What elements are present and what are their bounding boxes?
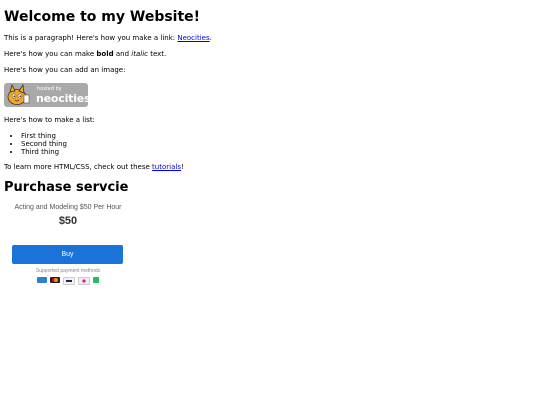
neocities-link[interactable]: Neocities — [177, 34, 209, 42]
image-intro: Here's how you can add an image: — [4, 66, 126, 74]
format-between-text: and — [113, 50, 132, 58]
intro-text: This is a paragraph! Here's how you make… — [4, 34, 178, 42]
page-title: Welcome to my Website! — [4, 9, 201, 25]
italic-text: italic — [131, 50, 148, 58]
product-name: Acting and Modeling $50 Per Hour — [14, 204, 122, 211]
visa-icon — [63, 277, 75, 285]
list-item: First thing — [21, 132, 536, 140]
buy-button[interactable]: Buy — [12, 245, 123, 264]
learn-paragraph: To learn more HTML/CSS, check out these … — [4, 163, 536, 172]
format-paragraph: Here's how you can make bold and italic … — [4, 50, 536, 59]
learn-text: To learn more HTML/CSS, check out these — [4, 163, 153, 171]
hosted-by-neocities-badge[interactable]: hosted by neocities — [4, 83, 91, 107]
unionpay-icon — [78, 277, 90, 285]
learn-exclamation: ! — [180, 163, 184, 171]
intro-period: . — [209, 34, 212, 42]
neocities-cat-icon — [7, 84, 30, 105]
tutorials-link[interactable]: tutorials — [152, 163, 181, 171]
product-price: $50 — [58, 215, 78, 227]
intro-paragraph: This is a paragraph! Here's how you make… — [4, 34, 536, 43]
things-list: First thing Second thing Third thing — [4, 132, 536, 156]
badge-brand-text: neocities — [36, 92, 91, 105]
bold-text: bold — [96, 50, 114, 58]
mastercard-icon — [50, 277, 60, 283]
format-after-text: text. — [147, 50, 167, 58]
purchase-heading: Purchase servcie — [4, 180, 129, 195]
card-icon — [37, 277, 47, 283]
list-intro: Here's how to make a list: — [4, 116, 95, 124]
page-content: Welcome to my Website! This is a paragra… — [0, 9, 540, 285]
checkout-widget: Acting and Modeling $50 Per Hour $50 Buy… — [8, 203, 128, 285]
list-item: Third thing — [21, 148, 536, 156]
wallet-icon — [93, 277, 99, 283]
supported-payment-label: Supported payment methods — [35, 268, 101, 274]
list-item: Second thing — [21, 140, 536, 148]
payment-icons — [8, 277, 128, 285]
format-text: Here's how you can make — [4, 50, 97, 58]
